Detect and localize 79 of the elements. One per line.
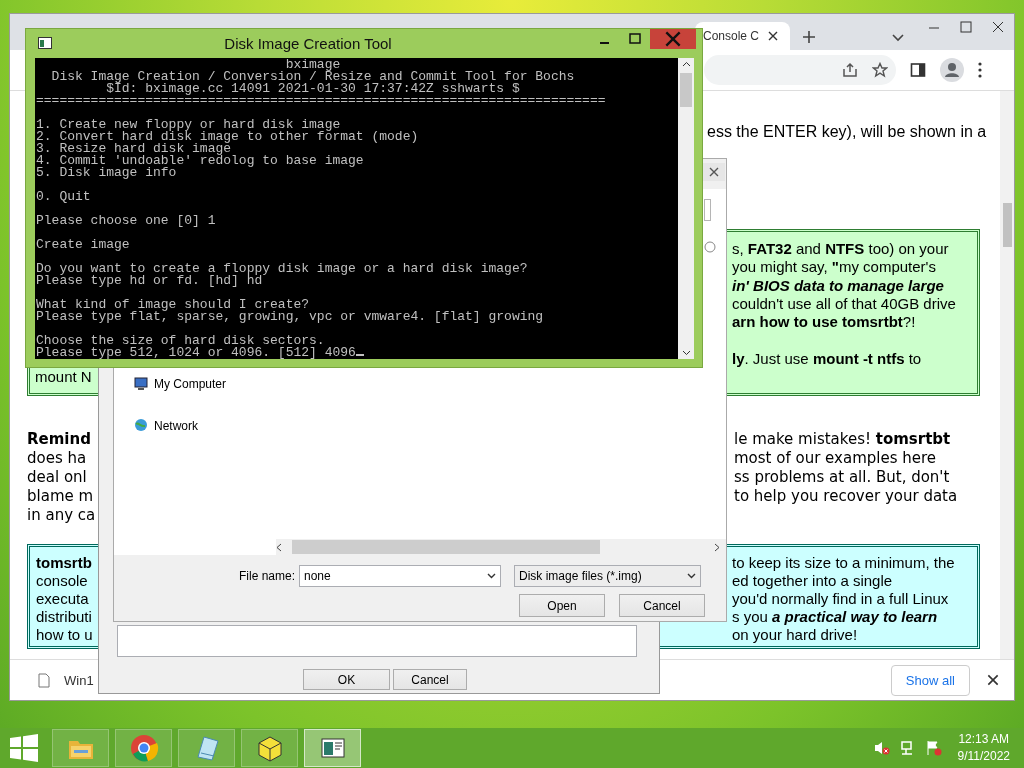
scroll-right-icon[interactable] (714, 542, 720, 552)
text-fragment: ly. Just use mount -t ntfs to (732, 349, 923, 369)
close-icon (708, 166, 720, 178)
taskbar-button[interactable] (304, 729, 361, 767)
text-fragment: does ha (27, 449, 88, 468)
windows-logo-icon[interactable] (10, 734, 38, 762)
scroll-left-icon[interactable] (276, 542, 282, 552)
text-fragment: console (36, 572, 89, 590)
ok-button[interactable]: OK (303, 669, 390, 690)
cancel-button[interactable]: Cancel (619, 594, 705, 617)
show-all-button[interactable]: Show all (890, 664, 970, 696)
file-name-field[interactable]: none (299, 565, 501, 587)
console-icon (38, 37, 52, 49)
text-fragment: on your hard drive! (732, 626, 859, 644)
text-fragment: to help you recover your data (734, 487, 959, 506)
text-fragment: s, FAT32 and NTFS too) on your (732, 240, 950, 259)
star-icon[interactable] (872, 62, 888, 78)
close-button[interactable] (650, 29, 696, 49)
scrollbar[interactable] (1000, 91, 1014, 659)
vertical-scrollbar[interactable] (678, 58, 694, 359)
text-fragment: most of our examples here (734, 449, 938, 468)
text-fragment: you might say, "my computer's (732, 258, 937, 277)
computer-icon (134, 376, 149, 391)
horizontal-scrollbar[interactable] (276, 539, 726, 555)
chevron-icon[interactable] (892, 34, 904, 42)
text-fragment: mount N (35, 367, 92, 386)
taskbar-button[interactable] (178, 729, 235, 767)
cancel-button[interactable]: Cancel (393, 669, 467, 690)
file-icon (38, 672, 50, 688)
text-fragment: distributi (36, 608, 93, 626)
text-fragment: Remind (27, 430, 92, 449)
network-icon (134, 418, 149, 433)
input-field[interactable] (117, 625, 637, 657)
text-fragment: s you a practical way to learn (732, 608, 939, 626)
address-bar[interactable] (704, 55, 896, 85)
close-icon[interactable] (986, 673, 1000, 687)
taskbar-button[interactable] (241, 729, 298, 767)
new-tab-icon[interactable] (802, 30, 816, 44)
close-button[interactable] (703, 163, 725, 181)
text-fragment: to keep its size to a minimum, the (732, 554, 956, 572)
close-icon[interactable] (767, 30, 780, 42)
window-title: Disk Image Creation Tool (224, 35, 392, 52)
scroll-thumb[interactable] (292, 540, 600, 554)
text-fragment: how to u (36, 626, 93, 644)
text-fragment: deal onl (27, 468, 88, 487)
text-fragment: ess the ENTER key), will be shown in a (707, 123, 987, 141)
text-fragment: tomsrtb (36, 554, 93, 572)
taskbar-button[interactable] (115, 729, 172, 767)
text-fragment: ed together into a single (732, 572, 894, 590)
sidebar-icon[interactable] (910, 62, 926, 78)
text-fragment: in' BIOS data to manage large (732, 276, 945, 295)
profile-icon[interactable] (940, 58, 964, 82)
menu-icon[interactable] (978, 62, 982, 78)
text-fragment: in any ca (27, 506, 96, 525)
text-fragment: le make mistakes! tomsrtbt (734, 430, 952, 449)
text-fragment: blame m (27, 487, 95, 506)
nav-item[interactable]: Network (134, 418, 198, 433)
browser-tab[interactable]: Console C (695, 22, 790, 50)
browser-icon (128, 733, 159, 763)
scroll-thumb[interactable] (680, 73, 692, 107)
file-type-dropdown[interactable]: Disk image files (*.img) (514, 565, 701, 587)
help-icon[interactable] (704, 241, 716, 253)
text-fragment: executa (36, 590, 90, 608)
share-icon[interactable] (842, 62, 858, 78)
flag-icon[interactable] (925, 740, 942, 756)
text-fragment: arn how to use tomsrtbt?! (732, 313, 917, 332)
cursor-icon (355, 354, 364, 356)
download-name[interactable]: Win1 (64, 672, 94, 688)
nav-item[interactable]: My Computer (134, 376, 227, 391)
scroll-up-icon[interactable] (681, 61, 691, 67)
text-fragment: ss problems at all. But, don't (734, 468, 951, 487)
open-button[interactable]: Open (519, 594, 605, 617)
file-name-label: File name: (237, 569, 296, 583)
search-field[interactable] (704, 199, 711, 221)
text-fragment: couldn't use all of that 40GB drive (732, 294, 957, 314)
text-fragment: you'd normally find in a full Linux (732, 590, 950, 608)
speaker-muted-icon[interactable] (873, 740, 890, 756)
scroll-thumb[interactable] (1002, 203, 1012, 247)
scroll-down-icon[interactable] (681, 350, 691, 356)
